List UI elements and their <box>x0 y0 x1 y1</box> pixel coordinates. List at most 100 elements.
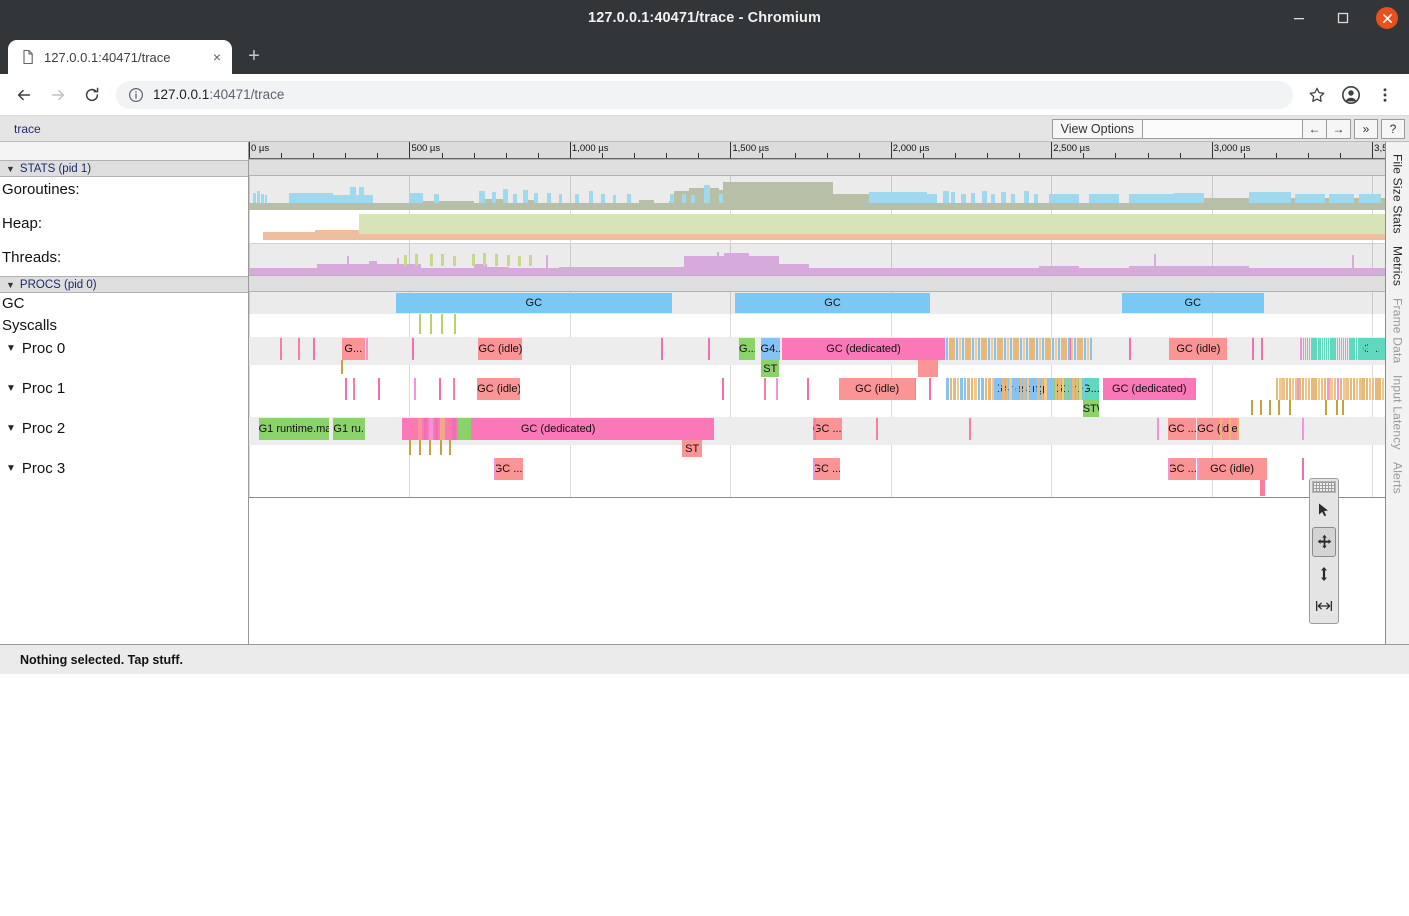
track-canvas-column[interactable]: 0 µs500 µs1,000 µs1,500 µs2,000 µs2,500 … <box>249 142 1385 644</box>
timeline-tick[interactable] <box>967 378 970 400</box>
time-ruler[interactable]: 0 µs500 µs1,000 µs1,500 µs2,000 µs2,500 … <box>249 142 1385 159</box>
close-button[interactable] <box>1365 0 1409 36</box>
forward-button[interactable] <box>42 79 74 111</box>
timeline-tick[interactable] <box>1071 338 1073 360</box>
timeline-tick[interactable] <box>1036 338 1038 360</box>
timeline-tick[interactable] <box>1269 400 1271 415</box>
timeline-tick[interactable] <box>1372 378 1374 400</box>
timeline-tick[interactable] <box>559 267 589 275</box>
timeline-tick[interactable] <box>535 203 639 210</box>
timeline-tick[interactable] <box>430 314 432 334</box>
timeline-tick[interactable] <box>453 256 456 266</box>
timeline-tick[interactable] <box>1356 378 1358 400</box>
tab-file-size-stats[interactable]: File Size Stats <box>1387 148 1409 240</box>
timeline-tick[interactable] <box>1055 378 1058 400</box>
timeline-tick[interactable] <box>978 338 980 360</box>
timeline-tick[interactable] <box>644 267 684 275</box>
timeline-tick[interactable] <box>265 195 267 203</box>
timeline-tick[interactable] <box>1007 338 1009 360</box>
timeline-tick[interactable] <box>1044 378 1047 400</box>
timeline-tick[interactable] <box>1048 378 1051 400</box>
track-syscalls[interactable] <box>249 314 1385 337</box>
timeline-tick[interactable] <box>1382 378 1384 400</box>
timeline-slice[interactable]: GC ... <box>813 418 843 440</box>
timeline-tick[interactable] <box>1061 338 1063 360</box>
timeline-tick[interactable] <box>479 191 485 203</box>
timeline-tick[interactable] <box>1340 378 1342 400</box>
timeline-tick[interactable] <box>1048 338 1050 360</box>
timeline-tick[interactable] <box>575 194 579 203</box>
tab-close-icon[interactable]: × <box>208 48 226 66</box>
timeline-tick[interactable] <box>1062 378 1065 400</box>
group-header-procs[interactable]: ▼ PROCS (pid 0) <box>0 276 248 293</box>
timeline-tick[interactable] <box>1282 378 1284 400</box>
timeline-tick[interactable] <box>1079 378 1082 400</box>
search-input[interactable] <box>1143 119 1303 139</box>
timeline-tick[interactable] <box>719 194 723 203</box>
timeline-tick[interactable] <box>1154 254 1156 268</box>
timeline-tick[interactable] <box>627 194 631 203</box>
help-button[interactable]: ? <box>1381 119 1405 139</box>
timeline-tick[interactable] <box>1353 378 1355 400</box>
sidebar-item-proc0[interactable]: ▼ Proc 0 <box>0 341 248 381</box>
timeline-tick[interactable] <box>997 338 999 360</box>
timeline-tick[interactable] <box>1350 378 1352 400</box>
timeline-tick[interactable] <box>985 378 988 400</box>
timeline-tick[interactable] <box>547 193 551 203</box>
track-proc3[interactable]: GC ...GC ...GC ...GC (idle) <box>249 457 1385 497</box>
timeline-tick[interactable] <box>1327 378 1329 400</box>
timeline-tick[interactable] <box>995 378 998 400</box>
timeline-tick[interactable] <box>458 418 471 440</box>
timeline-tick[interactable] <box>764 378 766 400</box>
timeline-tick[interactable] <box>1336 400 1338 415</box>
timeline-tick[interactable] <box>960 378 963 400</box>
timeline-tick[interactable] <box>946 378 949 400</box>
timeline-tick[interactable] <box>523 190 528 203</box>
timeline-tick[interactable] <box>1305 378 1307 400</box>
timeline-tick[interactable] <box>1049 194 1079 203</box>
timeline-tick[interactable] <box>1359 194 1381 203</box>
timeline-tick[interactable] <box>959 338 961 360</box>
timeline-slice[interactable]: GC <box>735 293 929 313</box>
timeline-tick[interactable] <box>968 338 970 360</box>
timeline-tick[interactable] <box>452 418 456 440</box>
timeline-slice[interactable]: GC (dedicated) <box>1103 378 1196 400</box>
site-info-icon[interactable] <box>128 87 144 103</box>
sidebar-item-proc2[interactable]: ▼ Proc 2 <box>0 421 248 461</box>
timeline-tick[interactable] <box>449 440 451 455</box>
timeline-tick[interactable] <box>918 360 938 377</box>
chevron-down-icon[interactable]: ▼ <box>6 421 16 434</box>
timeline-tick[interactable] <box>1352 255 1354 268</box>
timeline-tick[interactable] <box>722 378 724 400</box>
timeline-tick[interactable] <box>1023 338 1025 360</box>
timeline-slice[interactable]: GC (idle) <box>477 378 520 400</box>
timeline-tick[interactable] <box>999 378 1002 400</box>
zoom-mode-button[interactable] <box>1312 559 1336 589</box>
timeline-tick[interactable] <box>315 230 359 240</box>
timeline-tick[interactable] <box>518 256 521 266</box>
timeline-tick[interactable] <box>359 187 364 203</box>
timeline-tick[interactable] <box>429 418 433 440</box>
timeline-tick[interactable] <box>447 418 450 440</box>
timeline-tick[interactable] <box>487 267 509 275</box>
timeline-tick[interactable] <box>1318 378 1320 400</box>
timeline-tick[interactable] <box>1039 338 1041 360</box>
timeline-tick[interactable] <box>1302 458 1304 480</box>
chevron-down-icon[interactable]: ▼ <box>6 341 16 354</box>
timeline-tick[interactable] <box>419 314 421 334</box>
timeline-tick[interactable] <box>691 195 695 203</box>
timeline-tick[interactable] <box>1083 378 1086 400</box>
timeline-tick[interactable] <box>991 194 995 203</box>
timeline-tick[interactable] <box>929 378 931 400</box>
timeline-tick[interactable] <box>441 254 444 266</box>
group-header-stats[interactable]: ▼ STATS (pid 1) <box>0 160 248 177</box>
timeline-tick[interactable] <box>624 267 644 275</box>
timeline-slice[interactable]: ST <box>682 440 702 457</box>
timeline-tick[interactable] <box>949 268 1039 275</box>
timeline-tick[interactable] <box>1309 268 1385 275</box>
timeline-tick[interactable] <box>1330 378 1332 400</box>
timeline-tick[interactable] <box>249 203 263 210</box>
timeline-tick[interactable] <box>723 182 833 210</box>
timeline-tick[interactable] <box>435 418 438 440</box>
timeline-tick[interactable] <box>1051 378 1054 400</box>
